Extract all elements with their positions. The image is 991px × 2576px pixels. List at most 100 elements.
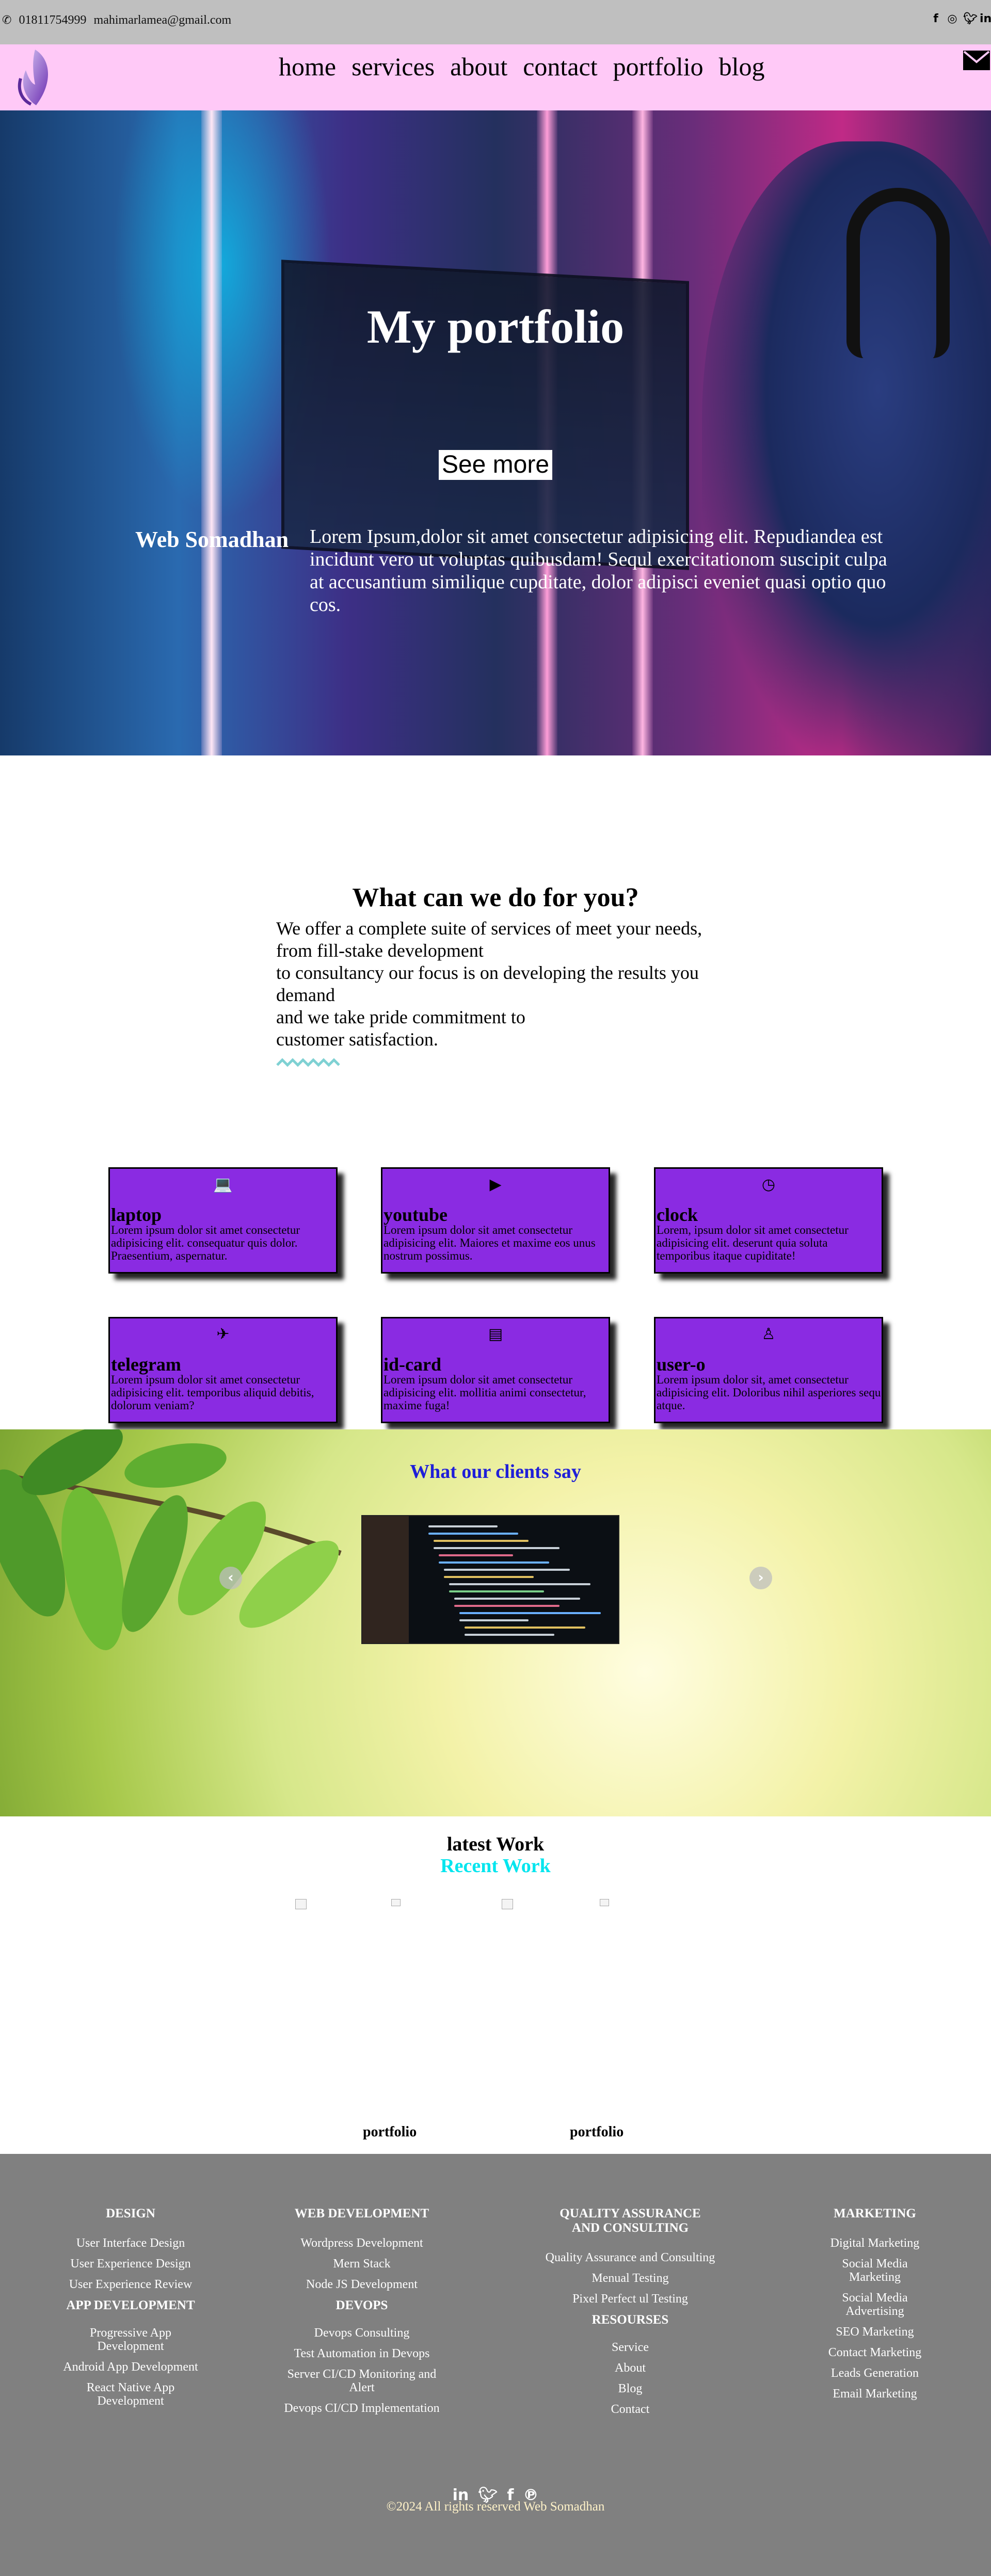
footer-link[interactable]: Android App Development [45, 2360, 216, 2374]
nav-home[interactable]: home [279, 52, 336, 82]
card-text: Lorem ipsum dolor sit amet consectetur a… [383, 1223, 596, 1262]
footer-link[interactable]: Wordpress Development [277, 2236, 447, 2250]
latest-work-title: latest Work [446, 1833, 545, 1855]
footer-link[interactable]: Contact Marketing [790, 2346, 960, 2359]
service-card[interactable]: ◷ clock Lorem, ipsum dolor sit amet cons… [654, 1167, 883, 1274]
footer-link[interactable]: React Native App Development [45, 2381, 216, 2408]
services-intro-line: from fill-stake development [276, 940, 484, 961]
broken-image-icon[interactable] [600, 1899, 609, 1906]
telegram-icon: ✈ [216, 1325, 230, 1343]
footer-link[interactable]: Devops CI/CD Implementation [277, 2402, 447, 2415]
footer-heading: MARKETING [834, 2207, 916, 2220]
footer-link[interactable]: Server CI/CD Monitoring and Alert [277, 2368, 447, 2394]
card-text: Lorem, ipsum dolor sit amet consectetur … [657, 1223, 849, 1262]
service-card[interactable]: ▤ id-card Lorem ipsum dolor sit amet con… [381, 1317, 610, 1423]
services-title: What can we do for you? [352, 883, 639, 912]
footer-heading: DEVOPS [335, 2298, 388, 2312]
nav-services[interactable]: services [351, 52, 435, 82]
carousel-prev-button[interactable]: ‹ [219, 1567, 242, 1589]
footer-link[interactable]: Blog [545, 2382, 715, 2395]
main-nav: home services about contact portfolio bl… [279, 52, 765, 82]
footer-heading: RESOURSES [592, 2313, 669, 2327]
footer-link[interactable]: Progressive App Development [45, 2326, 216, 2353]
footer-link[interactable]: Contact [545, 2403, 715, 2416]
footer-column-web-development: WEB DEVELOPMENT Wordpress Development Me… [277, 2207, 447, 2422]
service-card[interactable]: 💻 laptop Lorem ipsum dolor sit amet cons… [108, 1167, 338, 1274]
clock-icon: ◷ [761, 1176, 776, 1194]
hero-description: Lorem Ipsum,dolor sit amet consectetur a… [310, 526, 887, 616]
portfolio-label[interactable]: portfolio [363, 2124, 417, 2140]
footer-heading: APP DEVELOPMENT [66, 2298, 195, 2312]
hero-section [0, 110, 991, 755]
id-card-icon: ▤ [488, 1325, 503, 1343]
footer-link[interactable]: Node JS Development [277, 2278, 447, 2291]
envelope-icon[interactable] [962, 49, 991, 71]
nav-portfolio[interactable]: portfolio [613, 52, 704, 82]
code-screen-graphic [362, 1516, 618, 1643]
linkedin-icon[interactable]: in [980, 12, 991, 26]
service-card[interactable]: ▶ youtube Lorem ipsum dolor sit amet con… [381, 1167, 610, 1274]
footer-link[interactable]: Social Media Advertising [790, 2291, 960, 2318]
phone-number[interactable]: 01811754999 [19, 13, 86, 27]
facebook-icon[interactable]: f [930, 12, 941, 26]
card-title: id-card [383, 1354, 441, 1375]
service-card[interactable]: ✈ telegram Lorem ipsum dolor sit amet co… [108, 1317, 338, 1423]
footer-link[interactable]: Quality Assurance and Consulting [545, 2251, 715, 2264]
twitter-icon[interactable]: 🐦︎ [963, 12, 978, 26]
laptop-icon: 💻 [213, 1176, 233, 1194]
carousel-next-button[interactable]: › [749, 1567, 772, 1589]
nav-blog[interactable]: blog [719, 52, 765, 82]
footer-column-marketing: MARKETING Digital Marketing Social Media… [790, 2207, 960, 2408]
footer-heading: WEB DEVELOPMENT [294, 2207, 429, 2220]
navbar: home services about contact portfolio bl… [0, 44, 991, 110]
youtube-icon: ▶ [489, 1176, 502, 1194]
footer-link[interactable]: Menual Testing [545, 2272, 715, 2285]
card-title: user-o [657, 1354, 706, 1375]
logo-icon[interactable] [15, 47, 55, 108]
card-text: Lorem ipsum dolor sit amet consectetur a… [383, 1373, 586, 1412]
service-card[interactable]: ♙ user-o Lorem ipsum dolor sit, amet con… [654, 1317, 883, 1423]
see-more-button[interactable]: See more [439, 450, 552, 480]
footer-column-quality-assurance: QUALITY ASSURANCE AND CONSULTING Quality… [545, 2207, 715, 2423]
services-intro-line: to consultancy our focus is on developin… [276, 962, 699, 1005]
services-intro: We offer a complete suite of services of… [276, 917, 730, 1051]
footer-link[interactable]: Devops Consulting [277, 2326, 447, 2340]
neon-stripe [201, 110, 222, 755]
footer-column-design: DESIGN User Interface Design User Experi… [45, 2207, 216, 2415]
nav-contact[interactable]: contact [523, 52, 597, 82]
nav-about[interactable]: about [450, 52, 507, 82]
footer-link[interactable]: Email Marketing [790, 2387, 960, 2401]
footer-link[interactable]: User Experience Design [45, 2257, 216, 2271]
card-title: telegram [111, 1354, 181, 1375]
card-title: youtube [383, 1204, 448, 1225]
footer-link[interactable]: SEO Marketing [790, 2325, 960, 2339]
instagram-icon[interactable]: ◎ [947, 12, 958, 26]
footer-heading: DESIGN [106, 2207, 155, 2220]
footer-link[interactable]: User Interface Design [45, 2236, 216, 2250]
testimonials-title: What our clients say [410, 1461, 581, 1483]
card-text: Lorem ipsum dolor sit amet consectetur a… [111, 1223, 300, 1262]
recent-work-subtitle: Recent Work [440, 1855, 551, 1877]
footer-link[interactable]: Digital Marketing [790, 2236, 960, 2250]
footer-link[interactable]: User Experience Review [45, 2278, 216, 2291]
broken-image-icon[interactable] [295, 1899, 307, 1909]
hero-title: My portfolio [366, 300, 625, 353]
footer-link[interactable]: Test Automation in Devops [277, 2347, 447, 2360]
services-intro-line: We offer a complete suite of services of… [276, 918, 702, 939]
phone-icon: ✆ [2, 14, 12, 27]
top-social-links: f ◎ 🐦︎ in [930, 12, 991, 26]
broken-image-icon[interactable] [391, 1899, 401, 1906]
footer-link[interactable]: About [545, 2361, 715, 2375]
card-title: clock [657, 1204, 698, 1225]
footer-link[interactable]: Service [545, 2341, 715, 2354]
portfolio-label[interactable]: portfolio [570, 2124, 624, 2140]
user-icon: ♙ [761, 1325, 776, 1343]
footer-link[interactable]: Social Media Marketing [790, 2257, 960, 2284]
broken-image-icon[interactable] [502, 1899, 513, 1909]
email-address[interactable]: mahimarlamea@gmail.com [94, 13, 232, 27]
footer-link[interactable]: Leads Generation [790, 2366, 960, 2380]
hero-brand: Web Somadhan [135, 527, 289, 552]
footer-link[interactable]: Mern Stack [277, 2257, 447, 2271]
copyright-text: ©2024 All rights reserved Web Somadhan [386, 2500, 605, 2514]
footer-link[interactable]: Pixel Perfect ul Testing [545, 2292, 715, 2306]
